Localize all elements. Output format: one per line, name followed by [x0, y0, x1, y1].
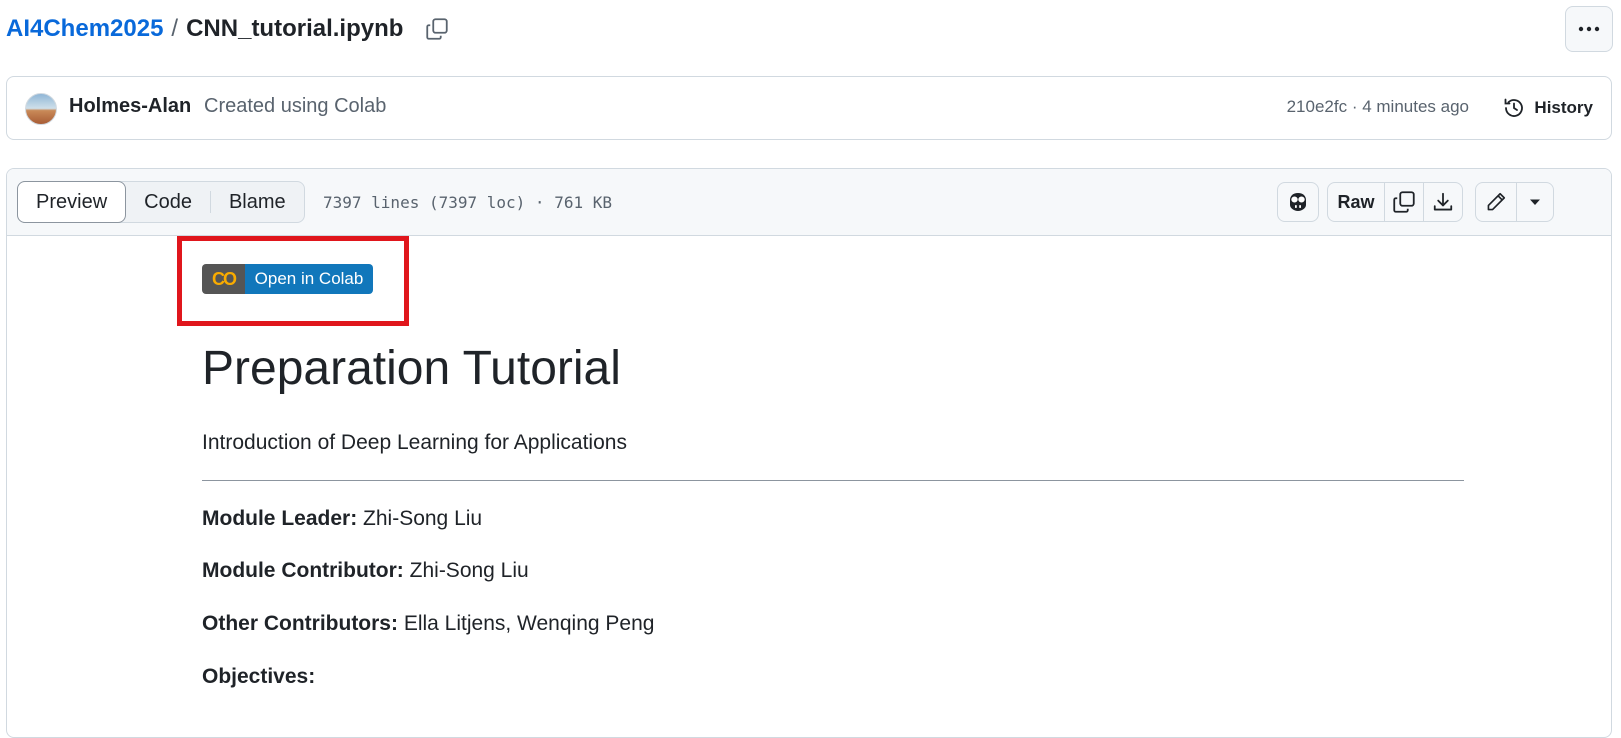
colab-logo-text: CO	[212, 268, 237, 289]
edit-button[interactable]	[1476, 183, 1516, 221]
horizontal-rule	[202, 480, 1464, 481]
row-label: Module Contributor:	[202, 559, 404, 582]
commit-message[interactable]: Created using Colab	[204, 95, 386, 118]
row-label: Other Contributors:	[202, 612, 398, 635]
row-value: Zhi-Song Liu	[363, 507, 483, 530]
download-icon	[1433, 192, 1453, 211]
notebook-title: Preparation Tutorial	[202, 342, 621, 395]
copilot-icon	[1290, 193, 1306, 211]
file-name: CNN_tutorial.ipynb	[186, 15, 404, 42]
file-info: 7397 lines (7397 loc) · 761 KB	[323, 193, 612, 212]
history-icon	[1505, 98, 1524, 117]
triangle-down-icon	[1530, 199, 1540, 205]
tab-code[interactable]: Code	[126, 182, 210, 222]
pencil-icon	[1487, 192, 1506, 211]
file-viewer: Preview Code Blame 7397 lines (7397 loc)…	[6, 168, 1612, 738]
commit-author[interactable]: Holmes-Alan	[69, 95, 191, 118]
row-label: Objectives:	[202, 665, 316, 688]
tab-preview[interactable]: Preview	[17, 181, 127, 223]
file-header: Preview Code Blame 7397 lines (7397 loc)…	[7, 169, 1611, 236]
copy-icon	[426, 18, 449, 40]
view-mode-switch: Preview Code Blame	[17, 181, 305, 223]
module-leader-line: Module Leader: Zhi-Song Liu	[202, 507, 482, 531]
tab-blame[interactable]: Blame	[211, 182, 304, 222]
other-contributors-line: Other Contributors: Ella Litjens, Wenqin…	[202, 612, 654, 636]
colab-badge-label: Open in Colab	[245, 264, 373, 294]
colab-logo: CO	[202, 264, 245, 294]
row-value: Ella Litjens, Wenqing Peng	[403, 612, 655, 635]
latest-commit-bar: Holmes-Alan Created using Colab 210e2fc …	[6, 76, 1612, 140]
edit-button-group	[1475, 182, 1554, 222]
objectives-line: Objectives:	[202, 665, 315, 689]
copilot-button[interactable]	[1277, 182, 1319, 222]
more-options-button[interactable]	[1565, 6, 1613, 52]
copy-raw-button[interactable]	[1385, 183, 1423, 221]
raw-button[interactable]: Raw	[1328, 183, 1384, 221]
edit-menu-button[interactable]	[1517, 183, 1553, 221]
repo-link[interactable]: AI4Chem2025	[6, 15, 163, 43]
commit-meta[interactable]: 210e2fc · 4 minutes ago	[1287, 97, 1469, 117]
row-value: Zhi-Song Liu	[409, 559, 529, 582]
kebab-icon	[1578, 26, 1600, 32]
raw-button-group: Raw	[1327, 182, 1463, 222]
download-button[interactable]	[1424, 183, 1462, 221]
module-contributor-line: Module Contributor: Zhi-Song Liu	[202, 559, 529, 583]
row-label: Module Leader:	[202, 507, 358, 530]
history-label: History	[1534, 98, 1593, 117]
avatar[interactable]	[25, 93, 57, 125]
notebook-subtitle: Introduction of Deep Learning for Applic…	[202, 431, 627, 454]
breadcrumb: AI4Chem2025 / CNN_tutorial.ipynb	[6, 12, 451, 46]
open-in-colab-badge[interactable]: CO Open in Colab	[202, 264, 373, 294]
breadcrumb-separator: /	[171, 15, 179, 42]
history-button[interactable]: History	[1502, 93, 1593, 123]
copy-path-button[interactable]	[423, 15, 451, 43]
copy-icon	[1393, 191, 1415, 213]
